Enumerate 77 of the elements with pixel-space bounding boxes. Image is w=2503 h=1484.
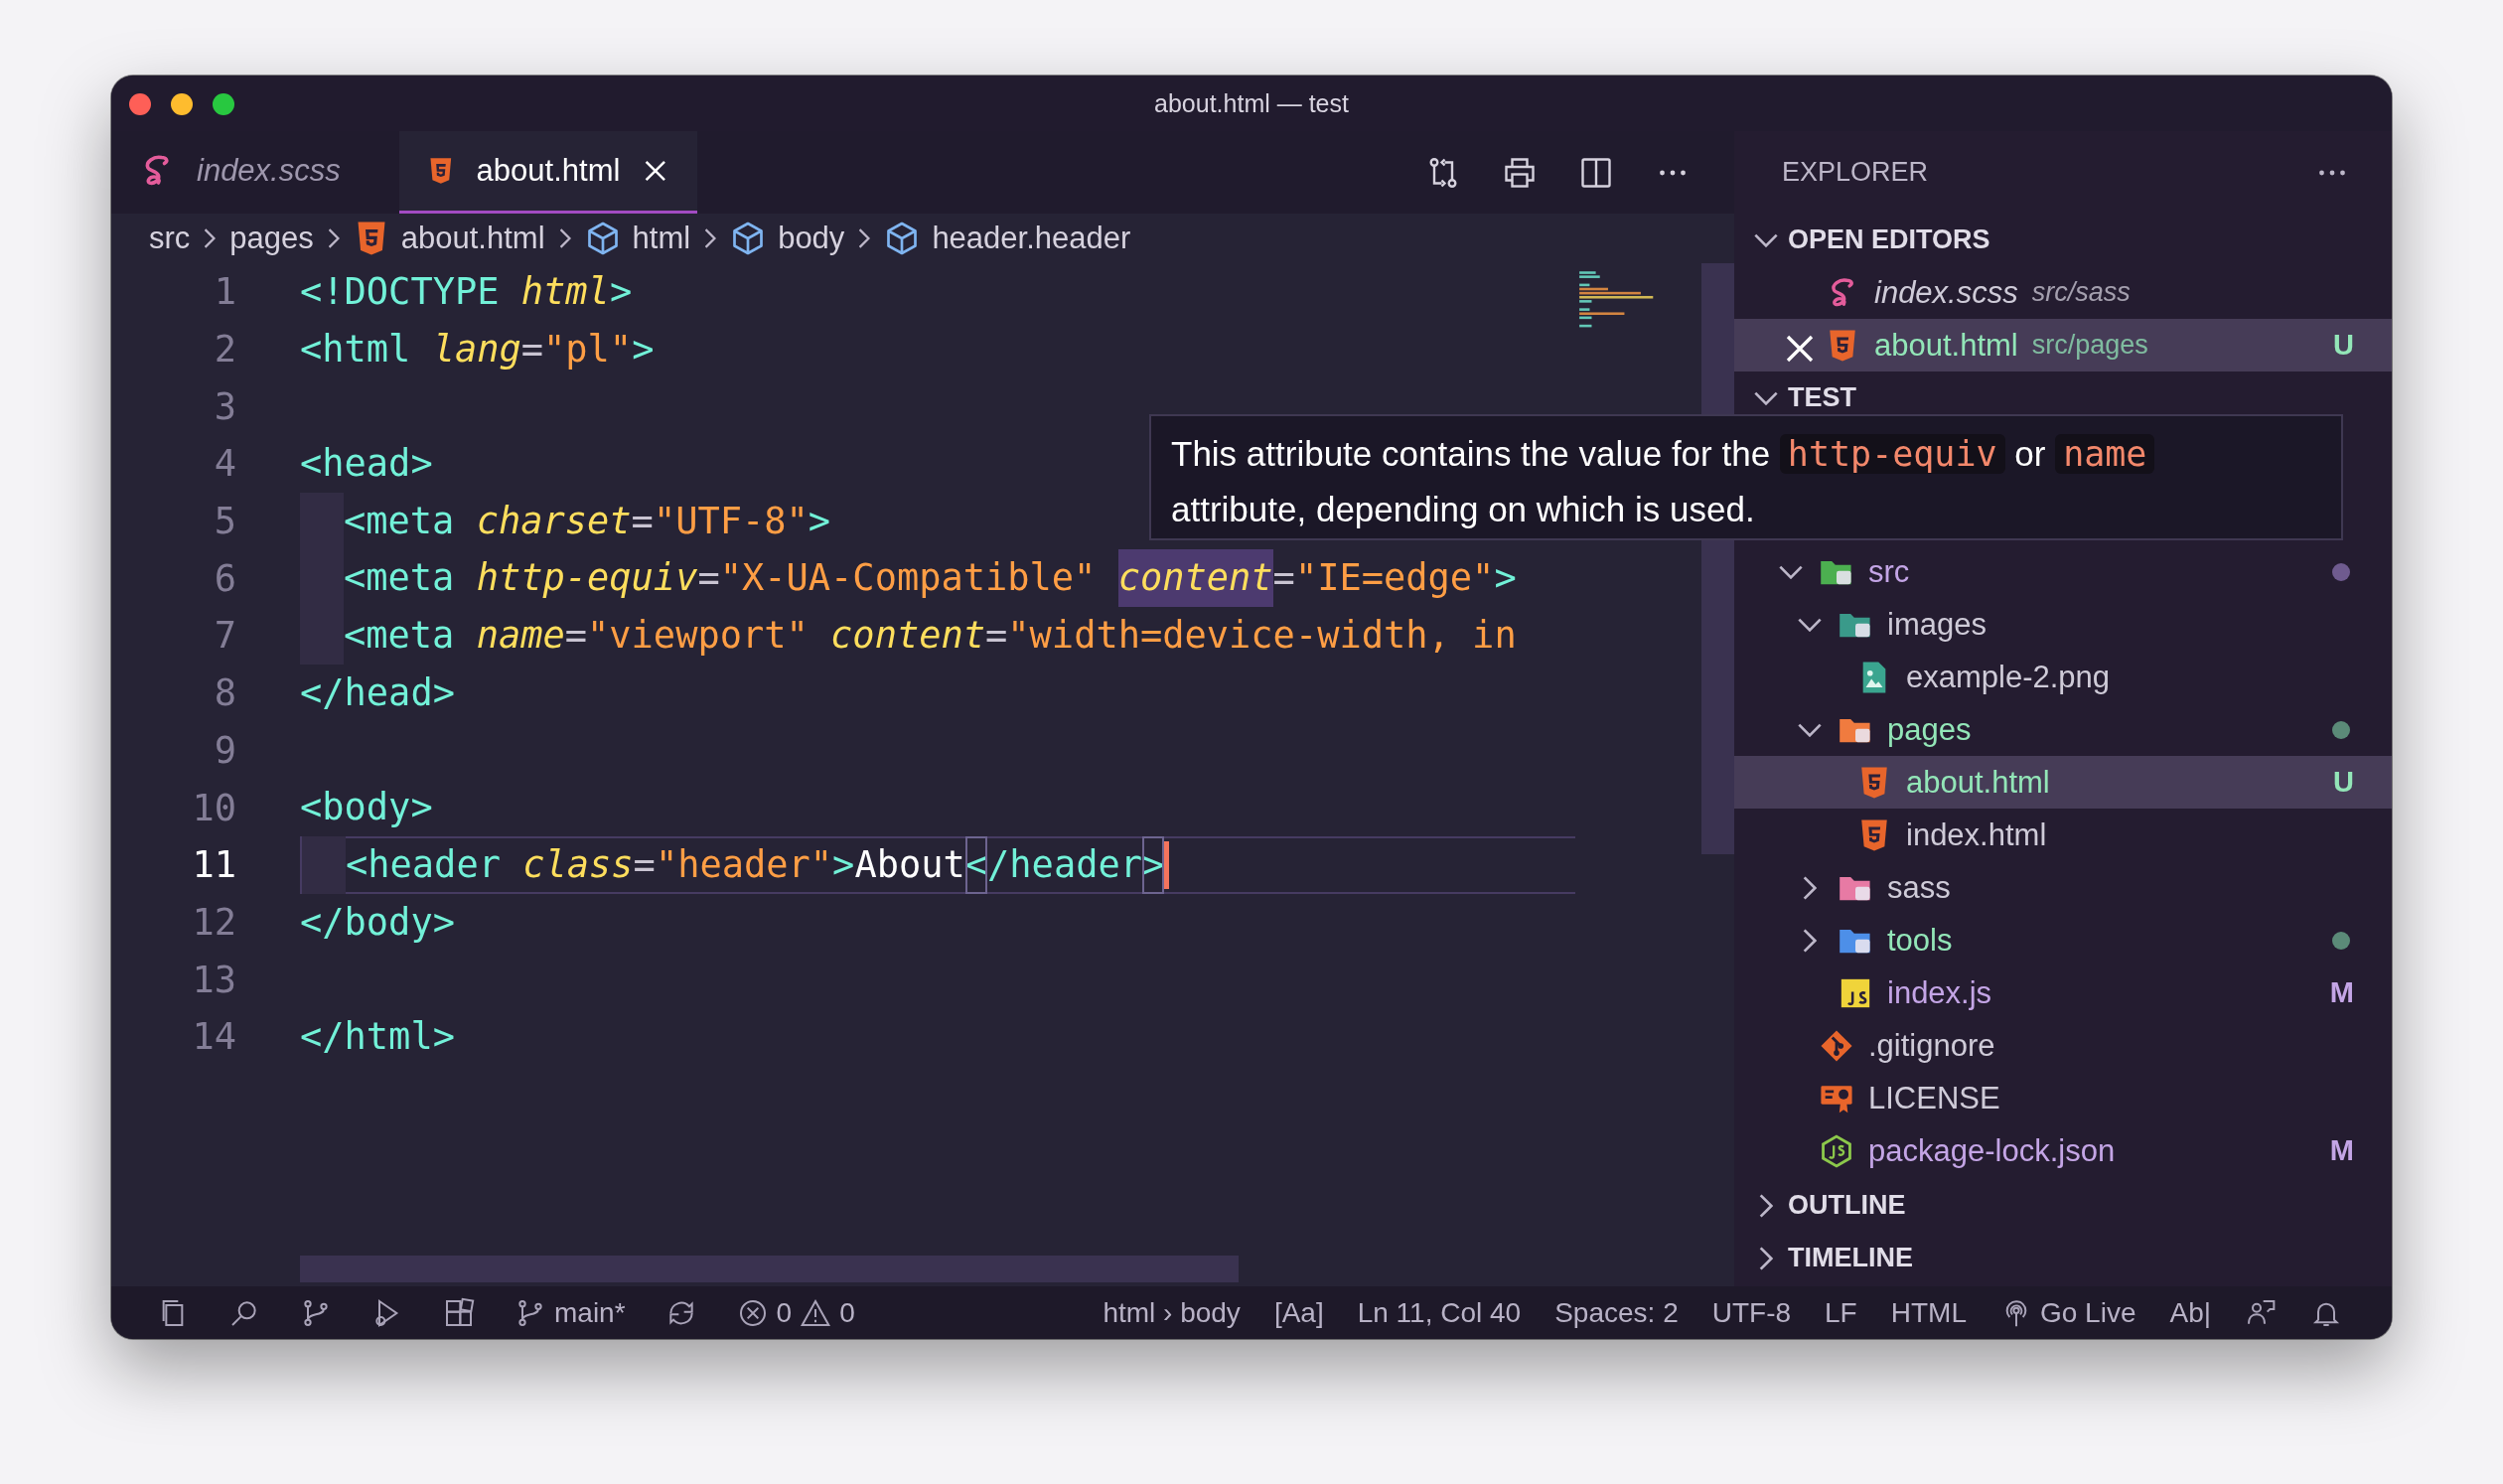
tree-item[interactable]: .gitignore [1734, 1019, 2392, 1072]
breadcrumb-item[interactable]: pages [229, 221, 314, 256]
section-header[interactable]: TIMELINE [1734, 1232, 2392, 1284]
tree-item[interactable]: src [1734, 545, 2392, 598]
open-editor-item[interactable]: index.scss src/sass [1734, 266, 2392, 319]
line-number: 5 [213, 500, 237, 543]
line-number: 13 [191, 958, 237, 1001]
code-line: <meta name="viewport" content="width=device-width, in [300, 607, 1517, 665]
line-number: 6 [213, 556, 237, 600]
tree-item[interactable]: index.js M [1734, 966, 2392, 1019]
extensions-icon[interactable] [443, 1296, 475, 1329]
git-status-label: U [2333, 766, 2354, 799]
status-item[interactable]: Spaces: 2 [1554, 1296, 1679, 1329]
line-number: 7 [213, 614, 237, 658]
problems-button[interactable]: 0 0 [736, 1296, 855, 1329]
window-title: about.html — test [1154, 88, 1349, 118]
status-item[interactable]: Ln 11, Col 40 [1357, 1296, 1522, 1329]
status-item[interactable]: UTF-8 [1711, 1296, 1792, 1329]
editor-tab[interactable]: about.html [399, 131, 697, 214]
hexagon-file-icon [1820, 1133, 1853, 1168]
code-line: <meta charset="UTF-8"> [300, 492, 831, 550]
tree-item[interactable]: sass [1734, 861, 2392, 914]
code-line: </body> [300, 899, 455, 946]
section-header[interactable]: TEST [1734, 371, 2392, 424]
tree-item[interactable]: LICENSE [1734, 1072, 2392, 1124]
line-number: 9 [213, 728, 237, 772]
text-cursor [1164, 840, 1170, 889]
spell-check-button[interactable]: Ab| [2169, 1296, 2211, 1329]
tree-item[interactable]: index.html [1734, 809, 2392, 861]
window-control-button[interactable] [213, 93, 234, 115]
code-line: <body> [300, 785, 433, 831]
line-number: 3 [213, 384, 237, 428]
breadcrumb-item[interactable]: body [730, 221, 845, 256]
line-number: 10 [191, 786, 237, 829]
section-header[interactable]: OPEN EDITORS [1734, 214, 2392, 266]
line-number: 11 [191, 843, 237, 887]
line-number: 8 [213, 671, 237, 715]
tree-item[interactable]: about.html U [1734, 756, 2392, 809]
code-line: </html> [300, 1013, 455, 1060]
open-editor-item[interactable]: about.html src/pages U [1734, 319, 2392, 371]
line-number: 2 [213, 328, 237, 371]
line-number: 4 [213, 442, 237, 486]
status-item[interactable]: html › body [1103, 1296, 1241, 1329]
tooltip-text: This attribute contains the value for the http-equiv or name attribute, depending on which is used. [1171, 426, 2222, 536]
status-item[interactable]: LF [1825, 1296, 1857, 1329]
tree-item[interactable]: package-lock.json M [1734, 1124, 2392, 1177]
window-control-button[interactable] [129, 93, 151, 115]
breadcrumb-item[interactable]: src [149, 221, 191, 256]
code-line: </head> [300, 669, 455, 716]
code-line: <html lang="pl"> [300, 326, 655, 372]
code-line: <!DOCTYPE html> [300, 269, 633, 315]
code-line: <meta http-equiv="X-UA-Compatible" content="IE=edge"> [300, 549, 1517, 608]
editor-tab[interactable]: index.scss [111, 131, 399, 214]
git-status-label: U [2333, 329, 2354, 362]
line-number: 12 [191, 900, 237, 944]
tree-item[interactable]: example-2.png [1734, 651, 2392, 703]
tree-item[interactable]: pages [1734, 703, 2392, 756]
tree-item[interactable]: tools [1734, 914, 2392, 966]
git-status-label: M [2329, 976, 2354, 1009]
breadcrumb-item[interactable]: about.html [353, 221, 545, 256]
section-header[interactable]: OUTLINE [1734, 1179, 2392, 1232]
tree-item[interactable]: images [1734, 598, 2392, 651]
sidebar-title: EXPLORER [1782, 157, 1929, 188]
git-file-icon [1820, 1028, 1853, 1063]
breadcrumb-item[interactable]: html [584, 221, 691, 256]
breadcrumb-item[interactable]: header.header [884, 221, 1131, 256]
status-item[interactable]: [Aa] [1273, 1296, 1324, 1329]
code-line: <head> [300, 441, 433, 488]
code-line: <header class="header">About</header> [302, 835, 1165, 894]
status-item[interactable]: HTML [1890, 1296, 1967, 1329]
line-number: 1 [213, 270, 237, 314]
go-live-button[interactable]: Go Live [1999, 1296, 2136, 1329]
branch-button[interactable]: main* [515, 1296, 626, 1329]
scrollbar-thumb[interactable] [300, 1256, 1239, 1282]
line-number: 14 [191, 1015, 237, 1059]
git-status-label: M [2329, 1134, 2354, 1167]
window-control-button[interactable] [171, 93, 193, 115]
